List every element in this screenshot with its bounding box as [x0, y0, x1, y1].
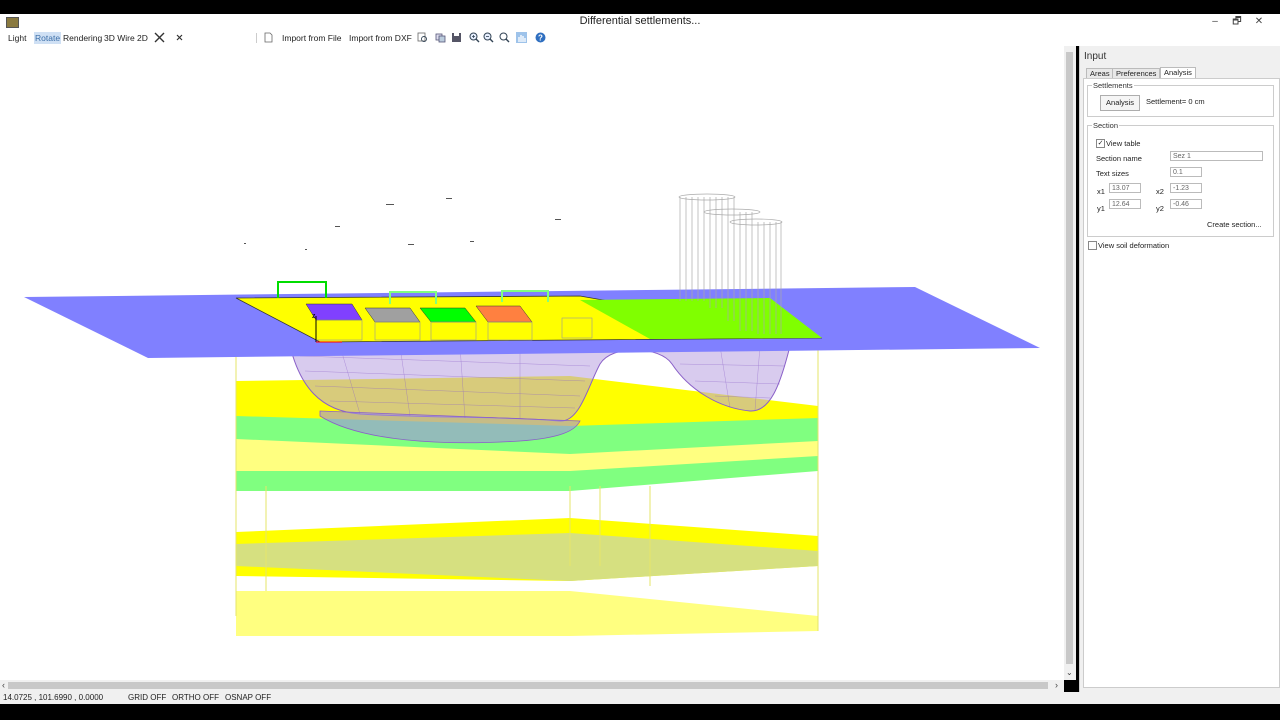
svg-text:z: z: [312, 313, 316, 320]
create-section-button[interactable]: Create section...: [1207, 220, 1262, 229]
zoom-in-icon[interactable]: [469, 32, 480, 43]
minimize-button[interactable]: –: [1204, 16, 1226, 27]
horizontal-scrollbar[interactable]: ‹ ›: [0, 680, 1064, 692]
x2-input[interactable]: -1.23: [1170, 183, 1202, 193]
view2d-button[interactable]: 2D: [137, 32, 148, 44]
model-viewport-3d[interactable]: z: [0, 46, 1064, 680]
import-dxf-button[interactable]: Import from DXF: [349, 32, 412, 44]
close-icon[interactable]: [174, 32, 185, 43]
zoom-out-icon[interactable]: [483, 32, 494, 43]
zoom-icon[interactable]: [417, 32, 428, 43]
view-table-label: View table: [1106, 139, 1141, 148]
window-controls: – 🗗 ✕: [1204, 14, 1270, 31]
text-sizes-label: Text sizes: [1096, 169, 1129, 178]
new-file-icon[interactable]: [263, 32, 274, 43]
window-title: Differential settlements...: [579, 15, 701, 27]
floating-marks: [244, 198, 561, 250]
close-window-button[interactable]: ✕: [1248, 16, 1270, 27]
restore-button[interactable]: 🗗: [1226, 14, 1248, 31]
x1-label: x1: [1097, 187, 1105, 196]
toolbar: Light Rotate Rendering 3D Wire 2D Import…: [0, 30, 1280, 46]
y1-label: y1: [1097, 204, 1105, 213]
analysis-button[interactable]: Analysis: [1100, 95, 1140, 111]
rendering-button[interactable]: Rendering: [63, 32, 102, 44]
pan-hand-icon[interactable]: [516, 32, 527, 43]
y1-input[interactable]: 12.64: [1109, 199, 1141, 209]
copy-icon[interactable]: [435, 32, 446, 43]
analysis-tab-body: Settlements Analysis Settlement= 0 cm Se…: [1083, 78, 1280, 688]
settlements-group: Settlements Analysis Settlement= 0 cm: [1087, 81, 1274, 117]
coordinates-readout: 14.0725 , 101.6990 , 0.0000: [3, 693, 104, 702]
rotate-button[interactable]: Rotate: [34, 32, 62, 44]
section-name-input[interactable]: Sez 1: [1170, 151, 1263, 161]
y2-label: y2: [1156, 204, 1164, 213]
view-soil-deformation-label: View soil deformation: [1098, 241, 1170, 250]
scroll-right-arrow[interactable]: ›: [1055, 680, 1058, 690]
light-button[interactable]: Light: [8, 32, 26, 44]
settlement-result: Settlement= 0 cm: [1146, 97, 1205, 106]
help-icon[interactable]: ?: [535, 32, 546, 43]
import-file-button[interactable]: Import from File: [282, 32, 342, 44]
osnap-toggle[interactable]: OSNAP OFF: [225, 693, 271, 702]
input-panel: Input Areas Preferences Analysis Settlem…: [1079, 46, 1280, 692]
scroll-down-arrow[interactable]: ⌄: [1066, 668, 1073, 677]
scroll-left-arrow[interactable]: ‹: [2, 680, 5, 690]
section-group-label: Section: [1092, 121, 1120, 130]
ortho-toggle[interactable]: ORTHO OFF: [172, 693, 219, 702]
vertical-scrollbar[interactable]: ⌄: [1064, 46, 1076, 680]
screen-border: [0, 704, 1280, 720]
y2-input[interactable]: -0.46: [1170, 199, 1202, 209]
section-name-label: Section name: [1096, 154, 1142, 163]
vertical-scroll-thumb[interactable]: [1066, 52, 1073, 664]
wire3d-button[interactable]: 3D Wire: [104, 32, 135, 44]
grid-toggle[interactable]: GRID OFF: [128, 693, 166, 702]
soil-model-render: z: [24, 193, 1040, 636]
svg-text:?: ?: [538, 33, 543, 42]
title-bar: Differential settlements... – 🗗 ✕: [0, 14, 1280, 30]
settlements-group-label: Settlements: [1092, 81, 1134, 90]
text-sizes-input[interactable]: 0.1: [1170, 167, 1202, 177]
soil-layer-bottom: [236, 591, 818, 636]
view-soil-deformation-checkbox[interactable]: [1088, 241, 1097, 250]
horizontal-scroll-thumb[interactable]: [8, 682, 1048, 689]
x2-label: x2: [1156, 187, 1164, 196]
toolbar-separator: [256, 33, 257, 43]
status-bar: 14.0725 , 101.6990 , 0.0000 GRID OFF ORT…: [0, 692, 1280, 704]
view-table-checkbox[interactable]: ✓: [1096, 139, 1105, 148]
section-group: Section ✓ View table Section name Sez 1 …: [1087, 121, 1274, 237]
x1-input[interactable]: 13.07: [1109, 183, 1141, 193]
save-icon[interactable]: [451, 32, 462, 43]
panel-title: Input: [1084, 51, 1107, 62]
zoom-window-icon[interactable]: [499, 32, 510, 43]
close-x-icon[interactable]: [154, 32, 165, 43]
